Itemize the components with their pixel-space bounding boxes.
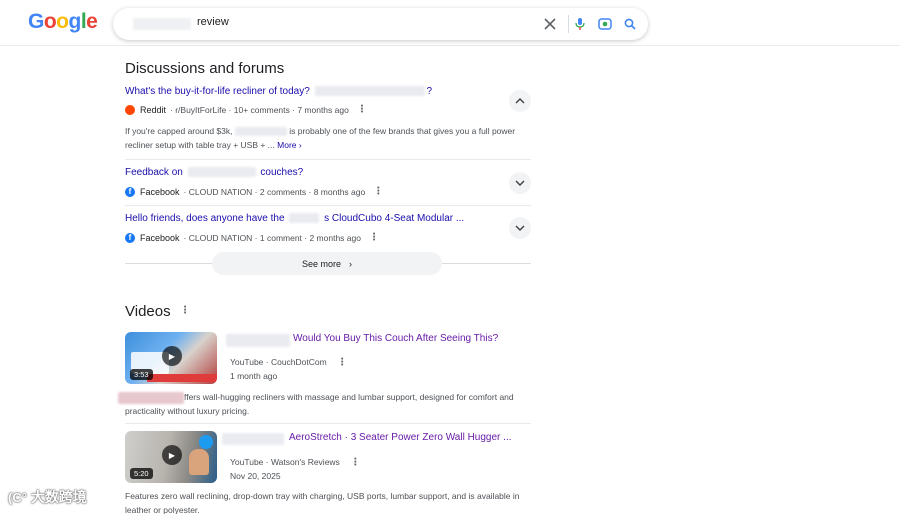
video-title-1[interactable]: Would You Buy This Couch After Seeing Th… — [293, 333, 498, 344]
discussion-title-suffix-2: couches? — [260, 167, 304, 178]
video-title-2[interactable]: AeroStretch · 3 Seater Power Zero Wall H… — [289, 432, 512, 443]
discussion-title-1: What's the buy-it-for-life recliner of t… — [125, 86, 310, 97]
snippet-part-b: is probably one of the few brands that g… — [289, 126, 516, 136]
discussion-link-3[interactable]: Hello friends, does anyone have the s Cl… — [125, 213, 464, 224]
search-input[interactable]: review — [197, 16, 229, 28]
google-logo[interactable]: Google — [28, 10, 98, 34]
see-more-button[interactable]: See more › — [212, 252, 442, 275]
snippet-part-a: Features zero wall reclining, drop-down … — [125, 491, 520, 501]
divider — [125, 205, 531, 206]
redacted-text — [289, 213, 320, 224]
top-bar: Google review — [0, 0, 900, 46]
search-box[interactable]: review — [113, 8, 648, 40]
discussion-snippet-1: If you're capped around $3k, is probably… — [125, 124, 525, 152]
play-icon[interactable]: ▶ — [162, 346, 182, 366]
microphone-icon[interactable] — [570, 14, 590, 34]
chevron-down-icon[interactable] — [509, 217, 531, 239]
thumbnail-person — [189, 449, 209, 475]
redacted-text — [314, 86, 425, 97]
redacted-text — [226, 334, 290, 347]
more-options-icon[interactable]: ⋮ — [369, 232, 379, 243]
more-options-icon[interactable]: ⋮ — [337, 357, 347, 368]
channel-label: YouTube · Watson's Reviews — [230, 457, 340, 467]
redacted-text — [118, 391, 184, 404]
redacted-text — [187, 167, 256, 178]
video-thumbnail-1[interactable]: ▶ 3:53 — [125, 332, 217, 384]
search-divider — [568, 15, 569, 33]
discussion-source-1: Reddit · r/BuyItForLife · 10+ comments ·… — [125, 104, 367, 115]
facebook-icon: f — [125, 186, 135, 197]
snippet-part-a: ffers wall-hugging recliners with massag… — [184, 392, 514, 402]
discussion-title-suffix-1: ? — [426, 86, 433, 97]
discussion-title-3: Hello friends, does anyone have the — [125, 213, 285, 224]
chevron-right-icon: › — [349, 258, 353, 269]
discussions-heading: Discussions and forums — [125, 60, 285, 77]
video-channel-1: YouTube · CouchDotCom ⋮ — [230, 357, 347, 368]
video-date-1: 1 month ago — [230, 371, 278, 381]
source-name: Facebook — [140, 232, 180, 243]
divider — [125, 423, 531, 424]
source-meta: · CLOUD NATION · 2 comments · 8 months a… — [183, 186, 366, 197]
more-options-icon[interactable]: ⋮ — [350, 457, 360, 468]
video-date-2: Nov 20, 2025 — [230, 471, 281, 481]
divider — [125, 263, 212, 264]
source-name: Reddit — [140, 104, 167, 115]
close-icon[interactable] — [540, 14, 560, 34]
more-options-icon[interactable]: ⋮ — [373, 186, 383, 197]
snippet-part-b: practicality without luxury pricing. — [125, 406, 250, 416]
source-meta: · CLOUD NATION · 1 comment · 2 months ag… — [183, 232, 361, 243]
chevron-down-icon[interactable] — [509, 172, 531, 194]
thumbnail-banner — [147, 374, 217, 382]
discussion-link-1[interactable]: What's the buy-it-for-life recliner of t… — [125, 86, 432, 97]
discussion-source-2: f Facebook · CLOUD NATION · 2 comments ·… — [125, 186, 383, 197]
discussion-link-2[interactable]: Feedback on couches? — [125, 167, 303, 178]
more-link[interactable]: More › — [277, 140, 302, 150]
snippet-part-c: recliner setup with table tray + USB + .… — [125, 140, 275, 150]
divider — [442, 263, 531, 264]
video-thumbnail-2[interactable]: ▶ 5:20 — [125, 431, 217, 483]
search-icon[interactable] — [620, 14, 640, 34]
chevron-up-icon[interactable] — [509, 90, 531, 112]
source-name: Facebook — [140, 186, 180, 197]
divider — [125, 159, 531, 160]
more-options-icon[interactable]: ⋮ — [180, 305, 190, 316]
video-snippet-1: ffers wall-hugging recliners with massag… — [118, 390, 538, 418]
discussion-source-3: f Facebook · CLOUD NATION · 1 comment · … — [125, 232, 379, 243]
watermark-logo: (C° 大数跨境 — [8, 489, 87, 505]
facebook-icon: f — [125, 232, 135, 243]
source-meta: · r/BuyItForLife · 10+ comments · 7 mont… — [170, 104, 349, 115]
snippet-part-a: If you're capped around $3k, — [125, 126, 233, 136]
redacted-query-part — [133, 18, 191, 30]
redacted-text — [222, 433, 284, 445]
lens-icon[interactable] — [595, 14, 615, 34]
video-duration: 3:53 — [130, 369, 153, 380]
discussion-title-2: Feedback on — [125, 167, 183, 178]
video-snippet-2: Features zero wall reclining, drop-down … — [125, 489, 545, 514]
video-duration: 5:20 — [130, 468, 153, 479]
watermark-text: 大数跨境 — [30, 489, 87, 505]
discussion-title-suffix-3: s CloudCubo 4-Seat Modular ... — [324, 213, 465, 224]
more-options-icon[interactable]: ⋮ — [357, 104, 367, 115]
play-icon[interactable]: ▶ — [162, 445, 182, 465]
see-more-label: See more — [301, 258, 342, 269]
channel-label: YouTube · CouchDotCom — [230, 357, 327, 367]
video-channel-2: YouTube · Watson's Reviews ⋮ — [230, 457, 360, 468]
reddit-icon — [125, 104, 135, 115]
thumbnail-badge — [199, 435, 213, 449]
redacted-text — [234, 127, 287, 137]
snippet-part-b: leather or polyester. — [125, 505, 200, 514]
videos-heading: Videos — [125, 303, 171, 320]
